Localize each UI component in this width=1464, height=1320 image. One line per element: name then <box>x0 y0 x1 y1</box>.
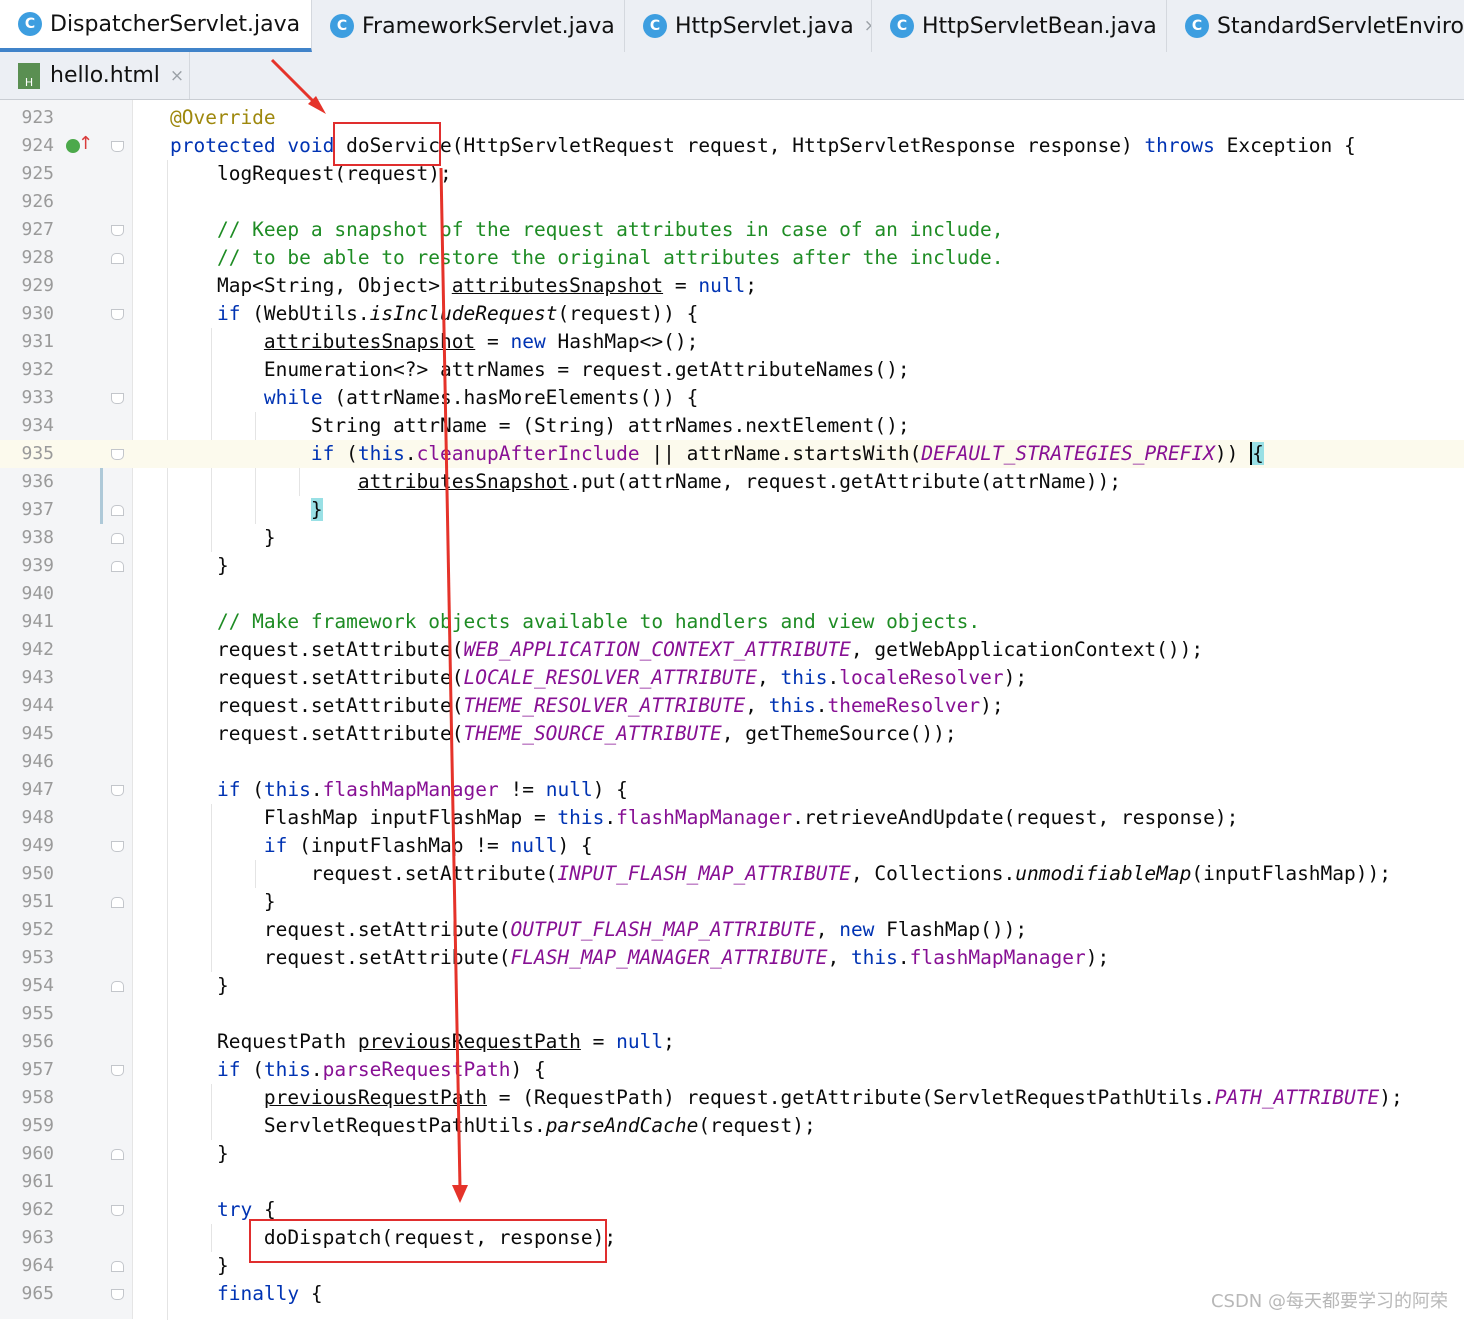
annotation-arrows <box>0 0 1464 1319</box>
arrowhead-icon <box>452 1185 468 1203</box>
arrow-to-doservice <box>272 60 318 106</box>
watermark: CSDN @每天都要学习的阿荣 <box>1211 1287 1448 1313</box>
arrow-to-dodispatch <box>441 168 460 1188</box>
